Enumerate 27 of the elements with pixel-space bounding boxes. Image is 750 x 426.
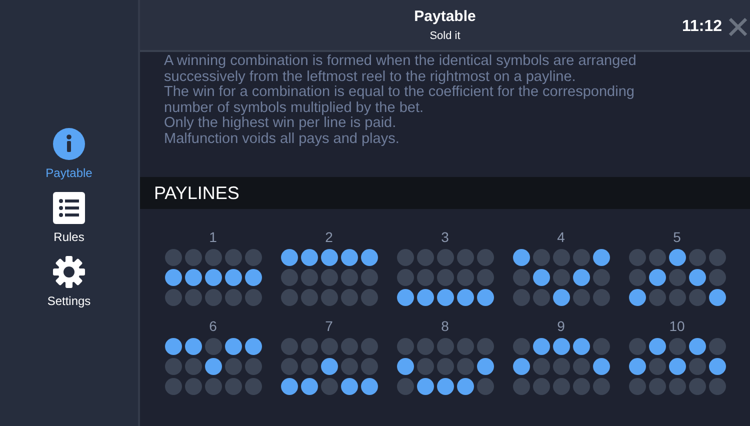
payline-number: 4 bbox=[557, 229, 565, 245]
clock-time: 11:12 bbox=[682, 18, 722, 36]
sidebar-item[interactable]: Settings bbox=[47, 256, 91, 308]
payline-number: 10 bbox=[669, 318, 685, 334]
payline-number: 8 bbox=[441, 318, 449, 334]
payline-number: 5 bbox=[673, 229, 681, 245]
payline-number: 9 bbox=[557, 318, 565, 334]
payline-number: 7 bbox=[325, 318, 333, 334]
list-icon bbox=[53, 192, 85, 224]
payline-number: 1 bbox=[209, 229, 217, 245]
payline-number: 3 bbox=[441, 229, 449, 245]
section-title: PAYLINES bbox=[154, 182, 240, 204]
window-subtitle: Sold it bbox=[430, 30, 460, 42]
rules-text-line: Only the highest win per line is paid. bbox=[164, 116, 398, 132]
payline-number: 6 bbox=[209, 318, 217, 334]
payline-number: 2 bbox=[325, 229, 333, 245]
rules-text-line: successively from the leftmost reel to the rightmost on a payline. bbox=[164, 70, 577, 85]
close-icon[interactable] bbox=[728, 17, 748, 37]
settings-icon bbox=[52, 256, 85, 288]
window-title: Paytable bbox=[414, 8, 476, 25]
rules-text-line: A winning combination is formed when the identical symbols are arranged bbox=[164, 54, 638, 70]
rules-text-line: Malfunction voids all pays and plays. bbox=[164, 132, 400, 147]
rules-text-line: number of symbols multiplied by the bet. bbox=[164, 100, 425, 116]
rules-text-line: The win for a combination is equal to the coefficient for the corresponding bbox=[164, 85, 636, 100]
sidebar-item[interactable]: Paytable bbox=[46, 128, 92, 180]
info-icon bbox=[52, 128, 85, 160]
sidebar-item[interactable]: Rules bbox=[53, 192, 85, 244]
